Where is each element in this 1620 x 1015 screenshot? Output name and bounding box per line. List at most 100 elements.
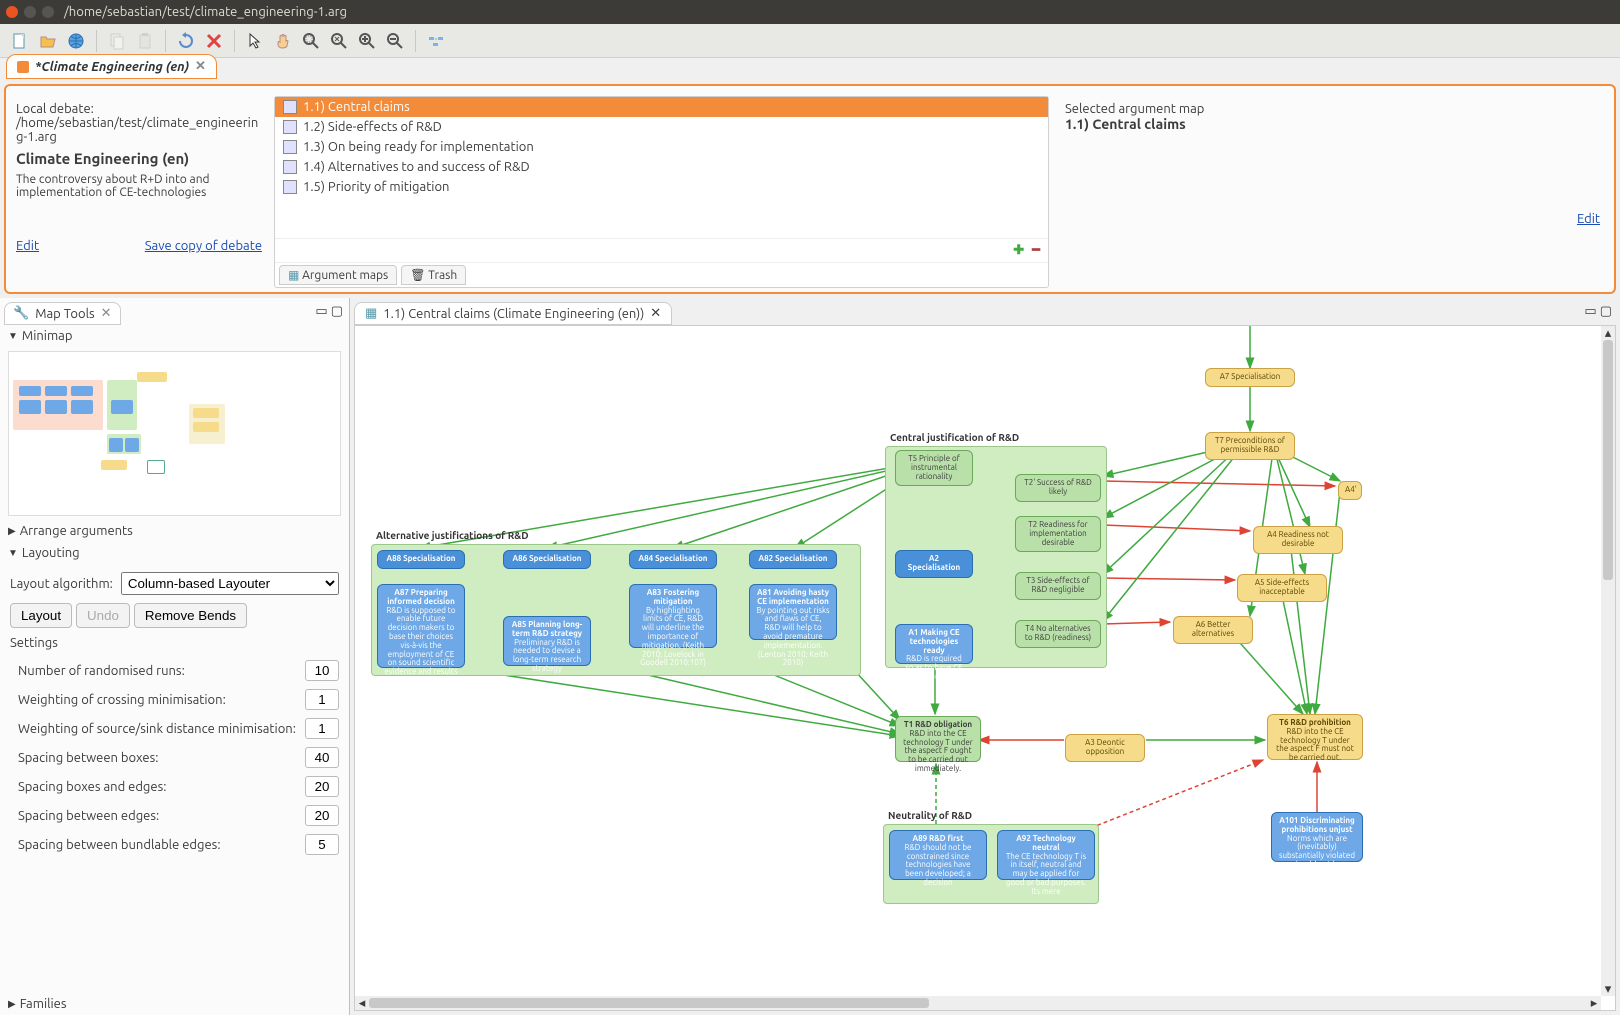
node-a83[interactable]: A83 Fostering mitigationBy highlighting …	[629, 584, 717, 648]
map-item-1-1[interactable]: 1.1) Central claims	[275, 97, 1048, 117]
layout-toggle-button[interactable]	[424, 29, 448, 53]
zoom-fit-button[interactable]	[327, 29, 351, 53]
setting-label: Spacing between edges:	[18, 809, 159, 823]
node-t7[interactable]: T7 Preconditions of permissible R&D	[1205, 432, 1295, 460]
close-tab-icon[interactable]: ✕	[101, 306, 112, 321]
window-minimize-button[interactable]	[24, 6, 36, 18]
bundle-spacing-input[interactable]	[305, 834, 339, 855]
pan-tool-button[interactable]	[271, 29, 295, 53]
minimap-section-header[interactable]: ▼Minimap	[0, 325, 349, 347]
runs-input[interactable]	[305, 660, 339, 681]
node-a89[interactable]: A89 R&D firstR&D should not be constrain…	[889, 830, 987, 880]
tab-label: Argument maps	[302, 269, 388, 282]
node-t4[interactable]: T4 No alternatives to R&D (readiness)	[1015, 620, 1101, 648]
layout-algorithm-select[interactable]: Column-based Layouter	[121, 572, 339, 595]
delete-button[interactable]	[202, 29, 226, 53]
selected-map-name: 1.1) Central claims	[1065, 116, 1600, 132]
window-close-button[interactable]	[6, 6, 18, 18]
tab-trash[interactable]: 🗑 Trash	[401, 265, 466, 285]
argument-map-canvas[interactable]: Alternative justifications of R&D Centra…	[354, 325, 1616, 1011]
map-item-1-2[interactable]: 1.2) Side-effects of R&D	[275, 117, 1048, 137]
paste-button[interactable]	[133, 29, 157, 53]
selected-map-panel: Selected argument map 1.1) Central claim…	[1055, 96, 1610, 288]
tab-argument-maps[interactable]: ▦ Argument maps	[279, 265, 397, 285]
vertical-scrollbar[interactable]: ▴▾	[1601, 326, 1615, 996]
debate-tab[interactable]: *Climate Engineering (en) ✕	[6, 54, 217, 79]
crossing-input[interactable]	[305, 689, 339, 710]
box-edge-spacing-input[interactable]	[305, 776, 339, 797]
undo-button[interactable]: Undo	[76, 603, 130, 628]
minimize-icon[interactable]: ▭	[315, 304, 327, 318]
node-a82[interactable]: A82 Specialisation	[749, 550, 837, 569]
node-a84[interactable]: A84 Specialisation	[629, 550, 717, 569]
layouting-section-header[interactable]: ▼Layouting	[0, 542, 349, 564]
map-tools-tab[interactable]: 🔧 Map Tools ✕	[4, 302, 121, 325]
refresh-button[interactable]	[174, 29, 198, 53]
node-a87[interactable]: A87 Preparing informed decisionR&D is su…	[377, 584, 465, 668]
remove-bends-button[interactable]: Remove Bends	[134, 603, 247, 628]
close-tab-button[interactable]: ✕	[195, 59, 206, 74]
node-t5[interactable]: T5 Principle of instrumental rationality	[895, 450, 973, 486]
map-item-label: 1.5) Priority of mitigation	[303, 180, 449, 194]
open-file-button[interactable]	[36, 29, 60, 53]
canvas-tab[interactable]: ▦ 1.1) Central claims (Climate Engineeri…	[354, 302, 672, 325]
edit-map-link[interactable]: Edit	[1577, 212, 1600, 226]
node-a86[interactable]: A86 Specialisation	[503, 550, 591, 569]
node-a4[interactable]: A4 Readiness not desirable	[1253, 526, 1343, 554]
box-spacing-input[interactable]	[305, 747, 339, 768]
remove-map-button[interactable]: ━	[1032, 243, 1040, 258]
map-item-1-5[interactable]: 1.5) Priority of mitigation	[275, 177, 1048, 197]
new-file-button[interactable]	[8, 29, 32, 53]
horizontal-scrollbar[interactable]: ◂▸	[355, 996, 1601, 1010]
edge-spacing-input[interactable]	[305, 805, 339, 826]
open-web-button[interactable]	[64, 29, 88, 53]
main-toolbar	[0, 24, 1620, 58]
close-canvas-tab[interactable]: ✕	[650, 306, 661, 321]
argument-maps-list[interactable]: 1.1) Central claims 1.2) Side-effects of…	[275, 97, 1048, 238]
selected-map-label: Selected argument map	[1065, 102, 1600, 116]
tab-label: Trash	[428, 269, 457, 282]
node-t2[interactable]: T2 Readiness for implementation desirabl…	[1015, 516, 1101, 552]
node-a5[interactable]: A5 Side-effects inacceptable	[1237, 574, 1327, 602]
node-t2p[interactable]: T2' Success of R&D likely	[1015, 474, 1101, 502]
minimize-icon[interactable]: ▭	[1584, 304, 1596, 318]
node-a88[interactable]: A88 Specialisation	[377, 550, 465, 569]
section-label: Arrange arguments	[20, 524, 133, 538]
node-a7[interactable]: A7 Specialisation	[1205, 368, 1295, 387]
node-a4p[interactable]: A4'	[1338, 481, 1362, 500]
maximize-icon[interactable]: ▢	[331, 304, 343, 318]
window-maximize-button[interactable]	[42, 6, 54, 18]
zoom-out-button[interactable]	[383, 29, 407, 53]
maximize-icon[interactable]: ▢	[1600, 304, 1612, 318]
node-t6[interactable]: T6 R&D prohibitionR&D into the CE techno…	[1267, 714, 1363, 760]
families-section-header[interactable]: ▶Families	[0, 993, 349, 1015]
node-t1[interactable]: T1 R&D obligationR&D into the CE technol…	[895, 716, 981, 762]
node-a3[interactable]: A3 Deontic opposition	[1065, 734, 1145, 762]
canvas-panel: ▦ 1.1) Central claims (Climate Engineeri…	[350, 298, 1620, 1015]
local-debate-panel: Local debate: /home/sebastian/test/clima…	[10, 96, 268, 288]
node-a6[interactable]: A6 Better alternatives	[1173, 616, 1253, 644]
node-a81[interactable]: A81 Avoiding hasty CE implementationBy p…	[749, 584, 837, 640]
zoom-region-button[interactable]	[299, 29, 323, 53]
save-copy-link[interactable]: Save copy of debate	[145, 239, 262, 253]
node-a101[interactable]: A101 Discriminating prohibitions unjustN…	[1271, 812, 1363, 862]
copy-button[interactable]	[105, 29, 129, 53]
node-t3[interactable]: T3 Side-effects of R&D negligible	[1015, 572, 1101, 600]
zoom-in-button[interactable]	[355, 29, 379, 53]
section-label: Minimap	[22, 329, 73, 343]
node-a92[interactable]: A92 Technology neutralThe CE technology …	[997, 830, 1095, 880]
canvas-tab-label: 1.1) Central claims (Climate Engineering…	[383, 307, 644, 321]
distance-input[interactable]	[305, 718, 339, 739]
pointer-tool-button[interactable]	[243, 29, 267, 53]
layout-button[interactable]: Layout	[10, 603, 72, 628]
node-a2[interactable]: A2 Specialisation	[895, 550, 973, 578]
arrange-section-header[interactable]: ▶Arrange arguments	[0, 520, 349, 542]
node-a1[interactable]: A1 Making CE technologies readyR&D is re…	[895, 624, 973, 664]
map-item-1-4[interactable]: 1.4) Alternatives to and success of R&D	[275, 157, 1048, 177]
window-title: /home/sebastian/test/climate_engineering…	[64, 5, 347, 19]
minimap-canvas[interactable]	[8, 351, 341, 516]
edit-debate-link[interactable]: Edit	[16, 239, 39, 253]
node-a85[interactable]: A85 Planning long-term R&D strategyPreli…	[503, 616, 591, 666]
add-map-button[interactable]: ✚	[1013, 243, 1024, 258]
map-item-1-3[interactable]: 1.3) On being ready for implementation	[275, 137, 1048, 157]
